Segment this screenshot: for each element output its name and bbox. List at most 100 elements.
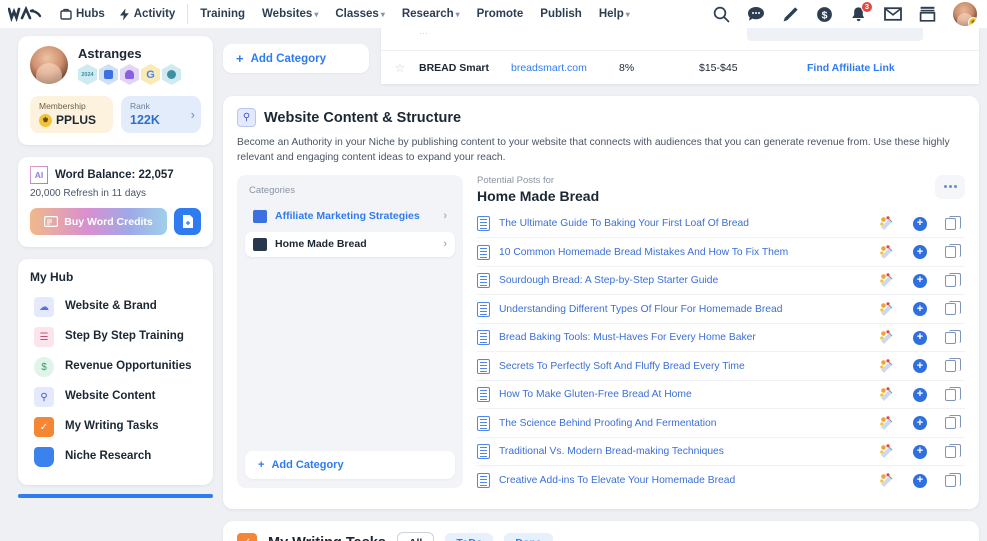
ai-write-icon[interactable]	[880, 330, 895, 345]
add-circle-icon[interactable]: +	[913, 387, 927, 402]
post-title[interactable]: 10 Common Homemade Bread Mistakes And Ho…	[499, 247, 871, 258]
nav-link-publish[interactable]: Publish	[540, 8, 582, 20]
category-item-home-made-bread[interactable]: Home Made Bread ›	[245, 231, 455, 257]
nav-link-promote[interactable]: Promote	[477, 8, 524, 20]
list-item[interactable]: The Science Behind Proofing And Fermenta…	[477, 409, 965, 438]
add-category-button[interactable]: + Add Category	[245, 450, 455, 479]
copy-icon[interactable]	[945, 301, 961, 316]
star-outline-icon[interactable]: ☆	[381, 61, 419, 75]
post-title[interactable]: Creative Add-ins To Elevate Your Homemad…	[499, 475, 871, 486]
add-circle-icon[interactable]: +	[913, 245, 927, 260]
sidebar-item-website-content[interactable]: ⚲ Website Content	[30, 382, 201, 412]
pencil-icon[interactable]	[782, 6, 799, 23]
document-add-button[interactable]	[174, 208, 201, 235]
nav-link-help[interactable]: Help ▾	[599, 8, 630, 20]
post-title[interactable]: Understanding Different Types Of Flour F…	[499, 304, 871, 315]
filter-tab-done[interactable]: Done	[504, 532, 553, 541]
add-circle-icon[interactable]: +	[913, 473, 927, 488]
envelope-icon[interactable]	[884, 7, 902, 21]
membership-value-row: ♚ PPLUS	[39, 113, 104, 127]
list-item[interactable]: The Ultimate Guide To Baking Your First …	[477, 210, 965, 239]
list-item[interactable]: Sourdough Bread: A Step-by-Step Starter …	[477, 267, 965, 296]
more-options-icon[interactable]	[935, 174, 965, 199]
copy-icon[interactable]	[945, 472, 961, 487]
list-item[interactable]: Understanding Different Types Of Flour F…	[477, 295, 965, 324]
chat-icon[interactable]	[747, 6, 765, 22]
copy-icon[interactable]	[945, 215, 961, 230]
sidebar-item-website-brand[interactable]: ☁ Website & Brand	[30, 292, 201, 322]
nav-link-websites[interactable]: Websites ▾	[262, 8, 318, 20]
category-item-affiliate-marketing-strategies[interactable]: Affiliate Marketing Strategies ›	[245, 203, 455, 229]
affiliate-commission: 8%	[619, 61, 635, 74]
list-item[interactable]: How To Make Gluten-Free Bread At Home +	[477, 381, 965, 410]
nav-link-training[interactable]: Training	[200, 8, 245, 20]
post-title[interactable]: How To Make Gluten-Free Bread At Home	[499, 389, 871, 400]
copy-icon[interactable]	[945, 358, 961, 373]
avatar[interactable]: ♚	[953, 2, 977, 26]
add-circle-icon[interactable]: +	[913, 273, 927, 288]
list-item[interactable]: 10 Common Homemade Bread Mistakes And Ho…	[477, 238, 965, 267]
post-title[interactable]: Secrets To Perfectly Soft And Fluffy Bre…	[499, 361, 871, 372]
ai-write-icon[interactable]	[880, 244, 895, 260]
ai-write-icon[interactable]	[880, 415, 895, 431]
list-item[interactable]: Creative Add-ins To Elevate Your Homemad…	[477, 466, 965, 495]
ai-write-icon[interactable]	[880, 444, 895, 459]
add-category-button-top[interactable]: + Add Category	[223, 44, 369, 73]
ai-write-icon[interactable]	[880, 358, 895, 374]
copy-icon[interactable]	[945, 386, 961, 401]
sidebar-item-step-by-step-training[interactable]: ☰ Step By Step Training	[30, 322, 201, 352]
nav-item-hubs-label: Hubs	[76, 8, 105, 20]
inbox-icon[interactable]	[919, 6, 936, 22]
nav-link-classes[interactable]: Classes ▾	[335, 8, 385, 20]
copy-icon[interactable]	[945, 415, 961, 430]
post-title[interactable]: Traditional Vs. Modern Bread-making Tech…	[499, 446, 871, 457]
ai-write-icon[interactable]	[880, 473, 895, 488]
sidebar-item-niche-research[interactable]: Niche Research	[30, 442, 201, 472]
nav-link-research[interactable]: Research ▾	[402, 8, 460, 20]
copy-icon[interactable]	[945, 244, 961, 259]
membership-card[interactable]: Membership ♚ PPLUS	[30, 96, 113, 133]
post-title[interactable]: The Ultimate Guide To Baking Your First …	[499, 218, 871, 229]
bell-icon[interactable]: 3	[850, 0, 873, 23]
copy-icon[interactable]	[945, 443, 961, 458]
rank-card[interactable]: Rank 122K ›	[121, 96, 201, 133]
search-icon[interactable]	[713, 6, 730, 23]
dollar-icon[interactable]: $	[816, 6, 833, 23]
post-title[interactable]: Bread Baking Tools: Must-Haves For Every…	[499, 332, 871, 343]
nav-link-websites-label: Websites	[262, 8, 313, 20]
filter-tab-all[interactable]: All	[396, 531, 435, 541]
badge-google-icon[interactable]: G	[141, 64, 160, 85]
find-affiliate-link-button[interactable]: Find Affiliate Link	[807, 62, 895, 74]
list-item[interactable]: Secrets To Perfectly Soft And Fluffy Bre…	[477, 352, 965, 381]
sidebar-item-revenue-opportunities[interactable]: $ Revenue Opportunities	[30, 352, 201, 382]
copy-icon[interactable]	[945, 329, 961, 344]
filter-tab-todo[interactable]: ToDo	[445, 532, 494, 541]
wa-logo-icon[interactable]	[8, 4, 46, 24]
badge-gem-icon[interactable]	[120, 64, 139, 85]
ai-write-icon[interactable]	[880, 387, 895, 402]
profile-avatar[interactable]	[30, 46, 68, 84]
buy-word-credits-button[interactable]: Buy Word Credits	[30, 208, 167, 235]
nav-item-hubs[interactable]: Hubs	[60, 8, 105, 20]
add-circle-icon[interactable]: +	[913, 330, 927, 345]
list-item[interactable]: Traditional Vs. Modern Bread-making Tech…	[477, 438, 965, 467]
badge-website-icon[interactable]	[99, 64, 118, 85]
ai-write-icon[interactable]	[880, 216, 895, 231]
badge-member-icon[interactable]	[162, 64, 181, 85]
affiliate-url[interactable]: breadsmart.com	[511, 62, 619, 74]
post-title[interactable]: Sourdough Bread: A Step-by-Step Starter …	[499, 275, 871, 286]
add-circle-icon[interactable]: +	[913, 416, 927, 431]
ai-write-icon[interactable]	[880, 273, 895, 288]
table-row[interactable]: ☆ BREAD Smart breadsmart.com 8% $15-$45 …	[381, 50, 979, 84]
add-circle-icon[interactable]: +	[913, 444, 927, 459]
nav-item-activity[interactable]: Activity	[119, 8, 175, 21]
badge-2024[interactable]: 2024	[78, 64, 97, 85]
ai-write-icon[interactable]	[880, 301, 895, 317]
copy-icon[interactable]	[945, 272, 961, 287]
add-circle-icon[interactable]: +	[913, 302, 927, 317]
add-circle-icon[interactable]: +	[913, 216, 927, 231]
list-item[interactable]: Bread Baking Tools: Must-Haves For Every…	[477, 324, 965, 353]
sidebar-item-my-writing-tasks[interactable]: ✓ My Writing Tasks	[30, 412, 201, 442]
add-circle-icon[interactable]: +	[913, 359, 927, 374]
post-title[interactable]: The Science Behind Proofing And Fermenta…	[499, 418, 871, 429]
